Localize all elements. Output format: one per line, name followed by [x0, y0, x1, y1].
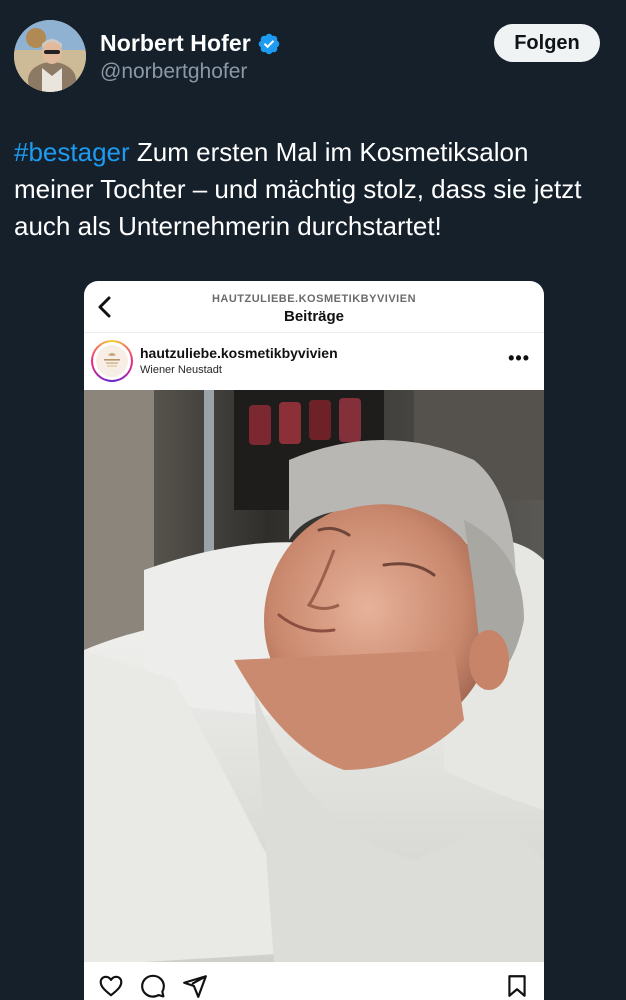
- tweet-header: Norbert Hofer @norbertghofer Folgen: [14, 20, 600, 94]
- instagram-post-header: hautzuliebe.kosmetikbyvivien Wiener Neus…: [84, 334, 544, 390]
- heart-icon[interactable]: [98, 973, 124, 999]
- instagram-avatar-frame: [93, 342, 131, 380]
- tweet-media[interactable]: HAUTZULIEBE.KOSMETIKBYVIVIEN Beiträge ha…: [84, 281, 544, 1000]
- more-horizontal-icon[interactable]: •••: [508, 348, 530, 369]
- hashtag-link[interactable]: #bestager: [14, 137, 130, 167]
- follow-button[interactable]: Folgen: [494, 24, 600, 62]
- tweet: Norbert Hofer @norbertghofer Folgen #bes…: [0, 0, 626, 1000]
- instagram-location[interactable]: Wiener Neustadt: [140, 364, 222, 376]
- author-display-name[interactable]: Norbert Hofer: [100, 30, 251, 57]
- instagram-action-bar: [84, 962, 544, 1000]
- author-name-row: Norbert Hofer: [100, 30, 281, 57]
- instagram-header-account: HAUTZULIEBE.KOSMETIKBYVIVIEN: [211, 293, 417, 305]
- instagram-header: HAUTZULIEBE.KOSMETIKBYVIVIEN Beiträge: [84, 281, 544, 333]
- author-avatar[interactable]: [14, 20, 86, 92]
- salon-photo-image: [84, 390, 544, 962]
- bookmark-icon[interactable]: [504, 973, 530, 999]
- instagram-account-avatar[interactable]: [91, 340, 133, 382]
- verified-badge-icon: [257, 32, 281, 56]
- author-handle[interactable]: @norbertghofer: [100, 60, 247, 84]
- tweet-text: #bestager Zum ersten Mal im Kosmetiksalo…: [14, 134, 604, 245]
- author-avatar-image: [14, 20, 86, 92]
- instagram-header-title: Beiträge: [283, 308, 345, 325]
- share-icon[interactable]: [182, 973, 208, 999]
- instagram-photo[interactable]: [84, 390, 544, 962]
- comment-icon[interactable]: [140, 973, 166, 999]
- salon-logo-icon: [96, 345, 128, 377]
- instagram-username[interactable]: hautzuliebe.kosmetikbyvivien: [140, 345, 338, 361]
